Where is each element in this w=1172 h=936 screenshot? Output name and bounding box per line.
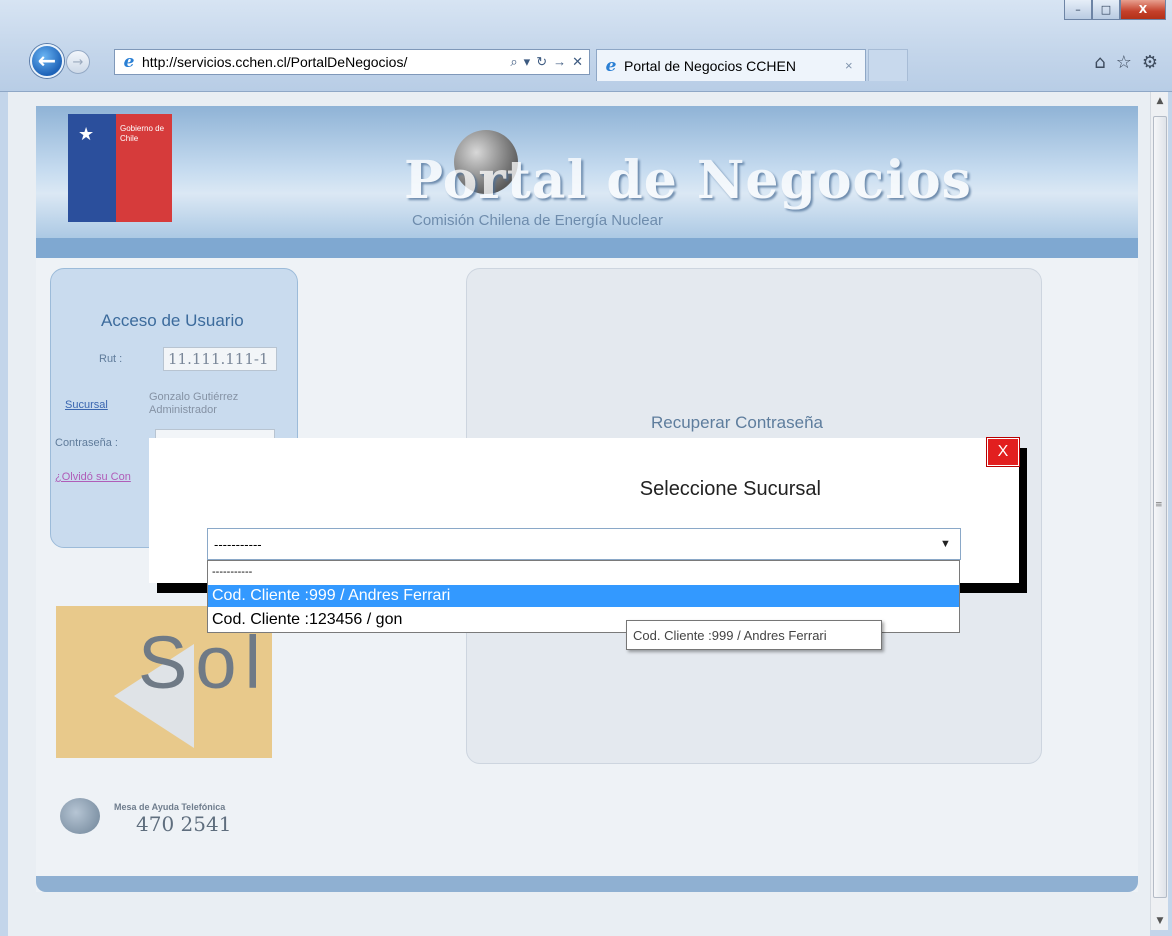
logo-text: Gobierno de Chile: [120, 124, 165, 143]
scroll-up-icon[interactable]: ▲: [1155, 96, 1165, 106]
select-value: -----------: [214, 536, 262, 552]
chevron-down-icon[interactable]: ▼: [940, 538, 960, 550]
tab-label: Portal de Negocios CCHEN: [624, 57, 796, 74]
compatibility-icon[interactable]: ↻: [536, 54, 547, 70]
stop-icon[interactable]: ✕: [572, 54, 583, 70]
forgot-password-link[interactable]: ¿Olvidó su Con: [55, 471, 131, 483]
banner-subtitle: Comisión Chilena de Energía Nuclear: [412, 212, 663, 229]
ie-logo-icon: e: [605, 55, 617, 76]
forward-arrow-icon: →: [72, 54, 84, 70]
help-phone: 470 2541: [136, 812, 232, 836]
scroll-down-icon[interactable]: ▼: [1155, 916, 1165, 926]
option-tooltip: Cod. Cliente :999 / Andres Ferrari: [626, 620, 882, 650]
search-icon[interactable]: ⌕: [510, 54, 517, 70]
gobierno-logo: ★ Gobierno de Chile: [68, 114, 172, 222]
window-close-button[interactable]: X: [1120, 0, 1166, 20]
window-frame-left: [0, 92, 8, 936]
coat-of-arms-icon: ★: [78, 124, 95, 145]
recover-title: Recuperar Contraseña: [651, 413, 823, 432]
modal-title: Seleccione Sucursal: [639, 478, 821, 500]
browser-toolbar-icons: ⌂ ☆ ⚙: [1094, 52, 1158, 73]
login-title: Acceso de Usuario: [101, 311, 244, 330]
help-label: Mesa de Ayuda Telefónica: [114, 802, 226, 812]
banner: ★ Gobierno de Chile Portal de Negocios C…: [36, 106, 1138, 252]
dropdown-option-selected[interactable]: Cod. Cliente :999 / Andres Ferrari: [208, 585, 959, 607]
favorites-star-icon[interactable]: ☆: [1116, 52, 1132, 73]
rut-field[interactable]: 11.111.111-1: [163, 347, 277, 371]
banner-title: Portal de Negocios: [404, 150, 972, 211]
settings-gear-icon[interactable]: ⚙: [1142, 52, 1158, 73]
go-arrow-icon[interactable]: →: [553, 54, 566, 70]
sucursal-link[interactable]: Sucursal: [65, 399, 108, 411]
forward-button[interactable]: →: [66, 50, 90, 74]
address-tools: ⌕ ▾ ↻ → ✕: [510, 54, 589, 70]
minimize-button[interactable]: –: [1064, 0, 1092, 20]
password-label: Contraseña :: [55, 437, 118, 449]
address-bar[interactable]: e http://servicios.cchen.cl/PortalDeNego…: [114, 49, 590, 75]
modal-close-button[interactable]: X: [987, 438, 1019, 466]
dropdown-arrow-icon[interactable]: ▾: [524, 54, 531, 70]
back-button[interactable]: ←: [30, 44, 64, 78]
home-icon[interactable]: ⌂: [1094, 52, 1105, 73]
tab-close-icon[interactable]: ×: [845, 58, 865, 73]
tab-portal-de-negocios[interactable]: e Portal de Negocios CCHEN ×: [596, 49, 866, 81]
window-controls: – □ X: [1064, 0, 1166, 22]
footer-band: [36, 876, 1138, 892]
browser-chrome: – □ X ← → e http://servicios.cchen.cl/Po…: [0, 0, 1172, 92]
maximize-button[interactable]: □: [1092, 0, 1120, 20]
rut-label: Rut :: [99, 353, 123, 365]
sucursal-value: Gonzalo Gutiérrez Administrador: [149, 391, 239, 416]
ie-logo-icon: e: [123, 52, 135, 72]
scroll-grip-icon: ≡: [1155, 500, 1163, 510]
address-url[interactable]: http://servicios.cchen.cl/PortalDeNegoci…: [142, 54, 510, 70]
banner-band: [36, 238, 1138, 258]
back-arrow-icon: ←: [37, 48, 57, 74]
vertical-scrollbar[interactable]: ▲ ≡ ▼: [1150, 92, 1168, 930]
new-tab-button[interactable]: [868, 49, 908, 81]
telephone-icon: [60, 798, 100, 834]
sucursal-select[interactable]: ----------- ▼: [207, 528, 961, 560]
dropdown-option[interactable]: -----------: [208, 563, 959, 583]
